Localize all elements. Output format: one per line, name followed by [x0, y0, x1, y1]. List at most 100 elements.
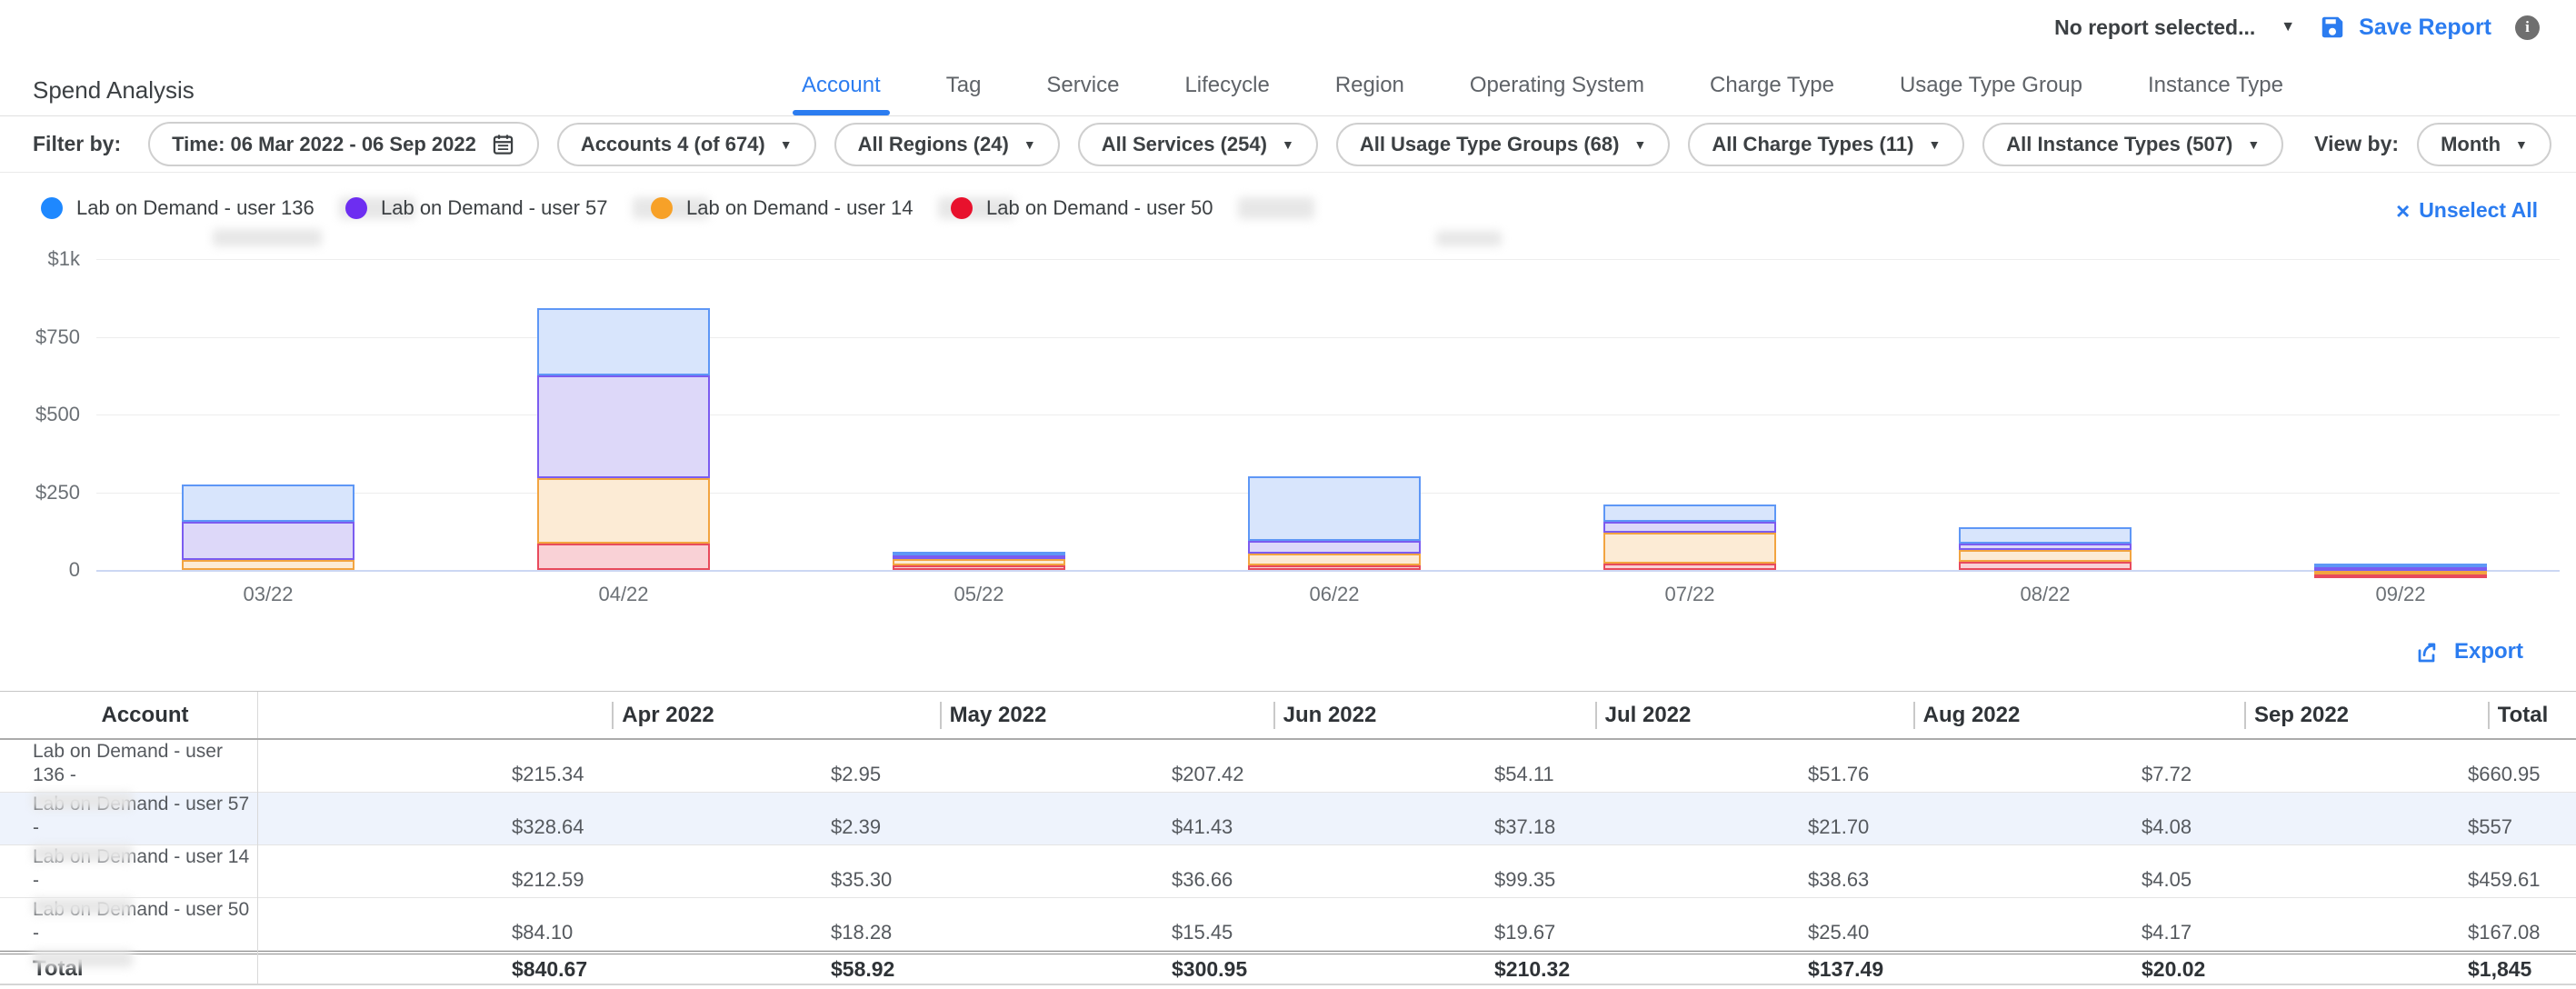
column-header-may-2022[interactable]: May 2022 — [823, 692, 1163, 738]
filter-pill-label: All Services (254) — [1102, 133, 1267, 156]
tab-charge-type[interactable]: Charge Type — [1706, 55, 1838, 115]
filter-pill-all-services-254[interactable]: All Services (254) ▼ — [1078, 123, 1318, 166]
bar-segment-lab-on-demand-user-136[interactable] — [1959, 527, 2132, 544]
y-axis-tick: 0 — [0, 558, 80, 582]
y-axis-tick: $750 — [0, 325, 80, 349]
table-total-row: Total$840.67$58.92$300.95$210.32$137.49$… — [0, 951, 2576, 985]
bar-segment-lab-on-demand-user-136[interactable] — [1248, 476, 1421, 541]
export-button[interactable]: Export — [2415, 638, 2523, 665]
bar-segment-lab-on-demand-user-50[interactable] — [1959, 562, 2132, 570]
save-icon — [2319, 14, 2346, 41]
tab-region[interactable]: Region — [1332, 55, 1408, 115]
redacted-text — [33, 793, 133, 809]
bar-segment-lab-on-demand-user-57[interactable] — [1959, 544, 2132, 550]
bar-09-22[interactable] — [2314, 564, 2487, 570]
bar-07-22[interactable] — [1603, 504, 1776, 570]
tab-lifecycle[interactable]: Lifecycle — [1181, 55, 1273, 115]
table-row-lab-on-demand-user-57: Lab on Demand - user 57 -$328.64$2.39$41… — [0, 793, 2576, 845]
tab-service[interactable]: Service — [1043, 55, 1123, 115]
bar-segment-lab-on-demand-user-136[interactable] — [1603, 504, 1776, 522]
bar-segment-lab-on-demand-user-50[interactable] — [1603, 564, 1776, 570]
bar-05-22[interactable] — [893, 552, 1065, 570]
bar-08-22[interactable] — [1959, 527, 2132, 570]
x-axis-tick: 03/22 — [205, 583, 332, 606]
filter-pill-time-06-mar-2022-06-sep-2022[interactable]: Time: 06 Mar 2022 - 06 Sep 2022 — [148, 122, 539, 166]
column-header-account[interactable]: Account — [0, 692, 258, 738]
tab-instance-type[interactable]: Instance Type — [2144, 55, 2287, 115]
export-icon — [2415, 638, 2442, 665]
bar-06-22[interactable] — [1248, 476, 1421, 570]
bar-segment-lab-on-demand-user-57[interactable] — [182, 522, 354, 560]
redacted-text — [33, 951, 133, 967]
filter-pill-all-instance-types-507[interactable]: All Instance Types (507)▼ — [1982, 123, 2283, 166]
bar-segment-lab-on-demand-user-50[interactable] — [893, 565, 1065, 570]
filter-pill-all-charge-types-11[interactable]: All Charge Types (11)▼ — [1688, 123, 1964, 166]
gridline — [96, 570, 2560, 572]
header-divider — [2488, 702, 2490, 729]
bar-03-22[interactable] — [182, 485, 354, 570]
filter-pill-accounts-4-of-674[interactable]: Accounts 4 (of 674)▼ — [557, 123, 816, 166]
bar-segment-lab-on-demand-user-14[interactable] — [893, 559, 1065, 565]
column-header-aug-2022[interactable]: Aug 2022 — [1800, 692, 2133, 738]
filter-pill-label: All Regions (24) — [858, 133, 1009, 156]
spend-analysis-page: No report selected... ▼ Save Report i Sp… — [0, 0, 2576, 989]
unselect-all-button[interactable]: × Unselect All — [2396, 198, 2538, 223]
bar-segment-lab-on-demand-user-57[interactable] — [1248, 541, 1421, 554]
total-value-cell: $300.95 — [1163, 954, 1486, 984]
chevron-down-icon: ▼ — [1023, 138, 1036, 151]
column-header-label: Account — [102, 703, 189, 728]
column-header-label: Sep 2022 — [2254, 703, 2349, 728]
bar-segment-lab-on-demand-user-50[interactable] — [2314, 574, 2487, 578]
view-by-dropdown[interactable]: Month ▼ — [2417, 123, 2551, 166]
filter-pill-all-usage-type-groups-68[interactable]: All Usage Type Groups (68)▼ — [1336, 123, 1671, 166]
legend-item-lab-on-demand-user-50[interactable]: Lab on Demand - user 50 — [951, 196, 1314, 220]
y-axis-tick: $500 — [0, 403, 80, 426]
bar-segment-lab-on-demand-user-136[interactable] — [537, 308, 710, 375]
column-header-jul-2022[interactable]: Jul 2022 — [1486, 692, 1800, 738]
chevron-down-icon: ▼ — [1633, 138, 1646, 151]
tab-account[interactable]: Account — [798, 55, 884, 115]
filter-pill-label: Time: 06 Mar 2022 - 06 Sep 2022 — [172, 133, 476, 156]
bar-segment-lab-on-demand-user-50[interactable] — [537, 544, 710, 570]
chevron-down-icon: ▼ — [780, 138, 793, 151]
info-icon[interactable]: i — [2515, 15, 2540, 40]
column-header-apr-2022[interactable]: Apr 2022 — [504, 692, 823, 738]
total-value-cell: $58.92 — [823, 954, 1163, 984]
chart-legend: × Unselect All Lab on Demand - user 136L… — [0, 178, 2576, 255]
column-header-sep-2022[interactable]: Sep 2022 — [2133, 692, 2460, 738]
x-axis-tick: 04/22 — [560, 583, 687, 606]
column-header-label: May 2022 — [950, 703, 1047, 728]
bar-segment-lab-on-demand-user-14[interactable] — [537, 478, 710, 544]
x-axis-tick: 05/22 — [915, 583, 1043, 606]
total-value-cell: $840.67 — [504, 954, 823, 984]
report-selector-dropdown[interactable]: No report selected... ▼ — [2054, 15, 2295, 40]
export-label: Export — [2454, 639, 2523, 664]
tab-bar: Account Tag Service Lifecycle Region Operatin… — [798, 55, 2287, 115]
header-divider — [1595, 702, 1597, 729]
column-header-total[interactable]: Total — [2460, 692, 2576, 738]
tab-usage-type-group[interactable]: Usage Type Group — [1896, 55, 2086, 115]
legend-dot — [345, 197, 367, 219]
chevron-down-icon: ▼ — [2247, 138, 2260, 151]
bar-04-22[interactable] — [537, 308, 710, 570]
x-axis-tick: 06/22 — [1271, 583, 1398, 606]
bar-segment-lab-on-demand-user-14[interactable] — [1248, 554, 1421, 565]
bar-segment-lab-on-demand-user-14[interactable] — [182, 560, 354, 570]
save-report-label: Save Report — [2359, 15, 2491, 41]
gridline — [96, 337, 2560, 338]
bar-segment-lab-on-demand-user-14[interactable] — [1603, 533, 1776, 564]
chevron-down-icon: ▼ — [1282, 138, 1294, 151]
bar-segment-lab-on-demand-user-57[interactable] — [537, 375, 710, 477]
bar-segment-lab-on-demand-user-14[interactable] — [1959, 550, 2132, 562]
tab-tag[interactable]: Tag — [943, 55, 985, 115]
filter-pill-all-regions-24[interactable]: All Regions (24) ▼ — [834, 123, 1060, 166]
bar-segment-lab-on-demand-user-136[interactable] — [182, 485, 354, 523]
column-header-jun-2022[interactable]: Jun 2022 — [1163, 692, 1486, 738]
bar-segment-lab-on-demand-user-50[interactable] — [1248, 565, 1421, 570]
close-icon: × — [2396, 199, 2410, 223]
bar-segment-lab-on-demand-user-57[interactable] — [1603, 522, 1776, 534]
view-by-value: Month — [2441, 133, 2501, 156]
table-row-lab-on-demand-user-14: Lab on Demand - user 14 -$212.59$35.30$3… — [0, 845, 2576, 898]
tab-operating-system[interactable]: Operating System — [1466, 55, 1648, 115]
save-report-button[interactable]: Save Report — [2319, 14, 2491, 41]
